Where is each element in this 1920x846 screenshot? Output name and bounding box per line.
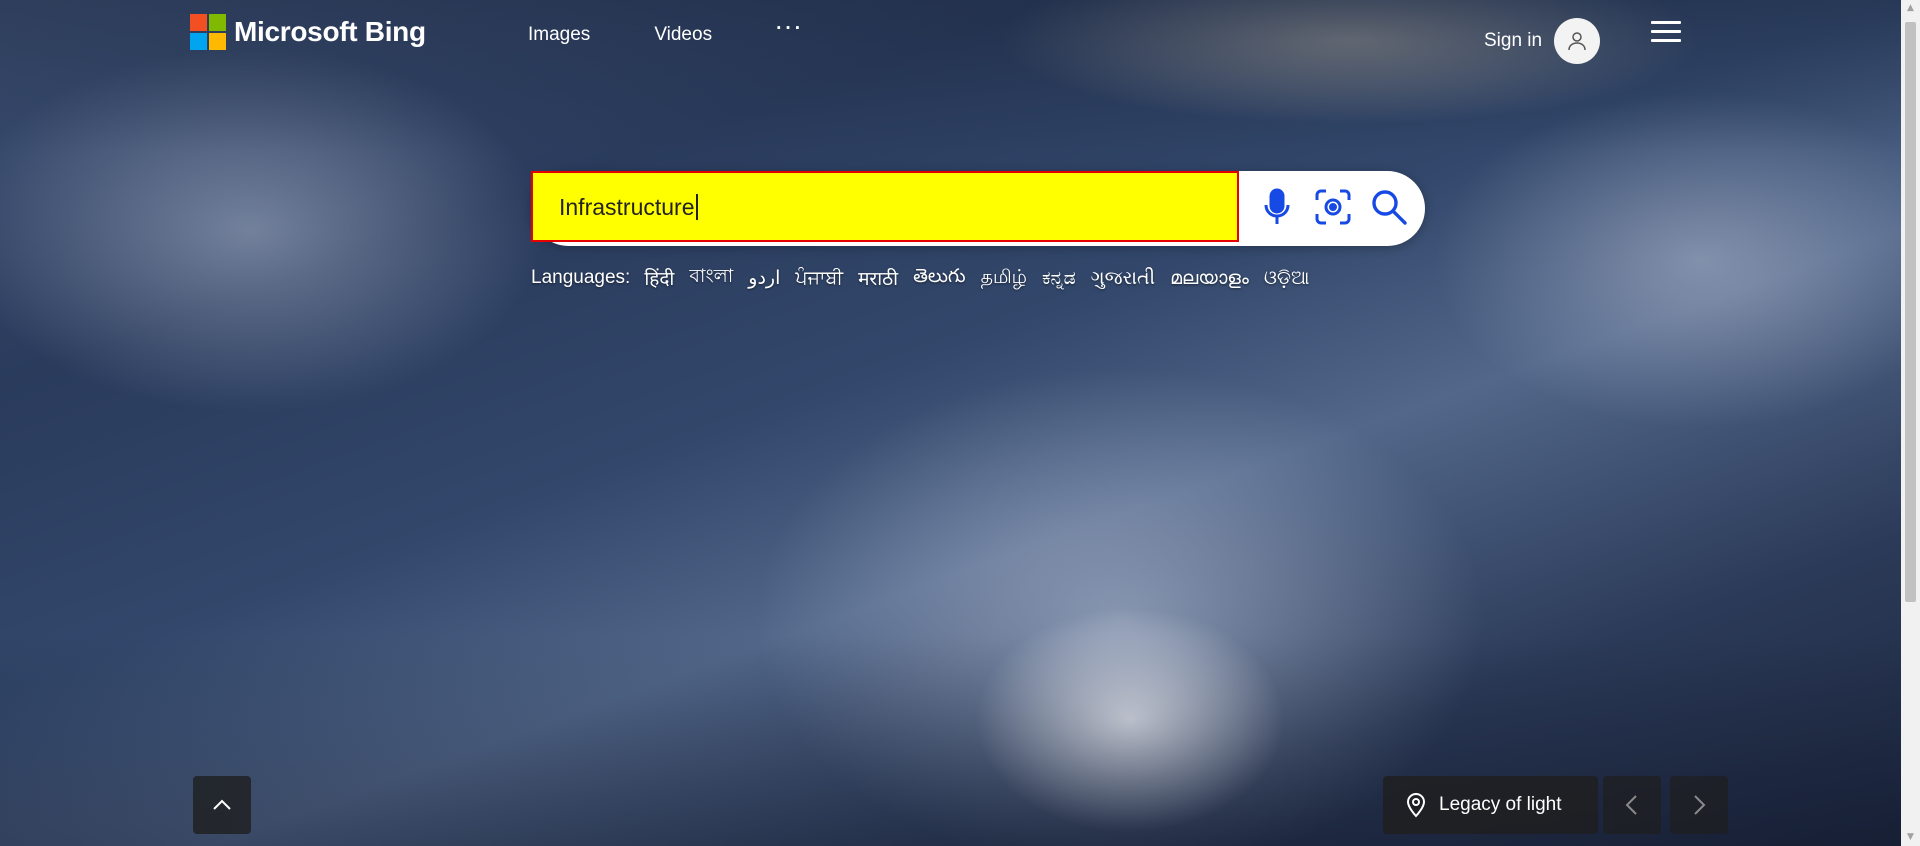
language-link[interactable]: اردو <box>748 267 780 289</box>
languages-bar: Languages: हिंदी বাংলা اردو ਪੰਜਾਬੀ मराठी… <box>531 262 1324 294</box>
nav-images[interactable]: Images <box>528 24 590 46</box>
next-image-button[interactable] <box>1670 776 1728 834</box>
language-link[interactable]: ଓଡ଼ିଆ <box>1264 267 1310 289</box>
search-input-value: Infrastructure <box>559 194 695 220</box>
bing-logo[interactable]: Microsoft Bing <box>190 14 426 50</box>
chevron-left-icon <box>1625 795 1637 815</box>
language-link[interactable]: हिंदी <box>644 265 674 291</box>
image-caption-button[interactable]: Legacy of light <box>1383 776 1598 834</box>
language-link[interactable]: ಕನ್ನಡ <box>1042 267 1076 289</box>
scroll-up-button[interactable] <box>193 776 251 834</box>
language-link[interactable]: বাংলা <box>689 262 733 294</box>
visual-search-icon[interactable] <box>1311 185 1355 229</box>
menu-icon[interactable] <box>1651 21 1681 43</box>
location-pin-icon <box>1405 792 1427 818</box>
microsoft-logo-icon <box>190 14 226 50</box>
scroll-up-arrow-icon[interactable]: ▲ <box>1901 0 1920 17</box>
language-link[interactable]: ગુજરાતી <box>1091 267 1155 289</box>
background-image <box>0 0 1901 846</box>
sign-in-button[interactable]: Sign in <box>1484 18 1601 64</box>
language-link[interactable]: ਪੰਜਾਬੀ <box>795 267 843 289</box>
previous-image-button[interactable] <box>1603 776 1661 834</box>
chevron-up-icon <box>213 799 231 810</box>
brand-name: Microsoft Bing <box>234 16 426 47</box>
scroll-down-arrow-icon[interactable]: ▼ <box>1901 829 1920 846</box>
language-link[interactable]: తెలుగు <box>913 265 965 292</box>
avatar-icon <box>1554 18 1601 64</box>
search-box: Infrastructure <box>531 171 1425 246</box>
microphone-icon[interactable] <box>1255 185 1299 229</box>
language-link[interactable]: தமிழ் <box>981 266 1027 291</box>
nav-more-button[interactable]: ··· <box>776 18 804 46</box>
sign-in-label: Sign in <box>1484 30 1543 51</box>
image-caption: Legacy of light <box>1439 794 1562 815</box>
language-link[interactable]: मराठी <box>858 265 898 291</box>
scrollbar-thumb[interactable] <box>1905 22 1916 602</box>
languages-label: Languages: <box>531 267 631 288</box>
language-link[interactable]: മലയാളം <box>1170 267 1249 289</box>
page-scrollbar[interactable]: ▲ ▼ <box>1901 0 1920 846</box>
search-input[interactable]: Infrastructure <box>531 171 1239 242</box>
search-icon[interactable] <box>1367 185 1411 229</box>
chevron-right-icon <box>1694 795 1706 815</box>
top-bar: Microsoft Bing Images Videos ··· Sign in <box>0 0 1901 70</box>
nav-videos[interactable]: Videos <box>654 24 712 46</box>
main-nav: Images Videos ··· <box>528 18 868 46</box>
